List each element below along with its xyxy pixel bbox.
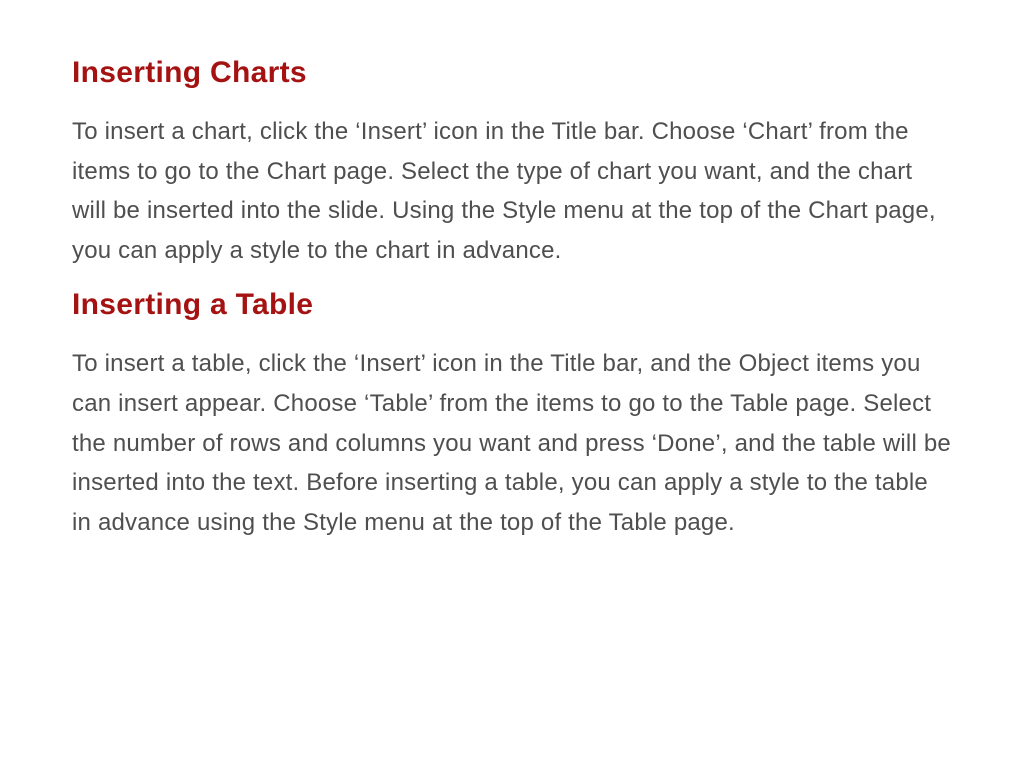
section-inserting-a-table: Inserting a Table To insert a table, cli… <box>72 288 952 542</box>
document-page: Inserting Charts To insert a chart, clic… <box>0 0 1024 600</box>
section-body: To insert a chart, click the ‘Insert’ ic… <box>72 112 952 270</box>
section-body: To insert a table, click the ‘Insert’ ic… <box>72 344 952 542</box>
section-inserting-charts: Inserting Charts To insert a chart, clic… <box>72 56 952 270</box>
section-heading: Inserting a Table <box>72 288 952 322</box>
section-heading: Inserting Charts <box>72 56 952 90</box>
